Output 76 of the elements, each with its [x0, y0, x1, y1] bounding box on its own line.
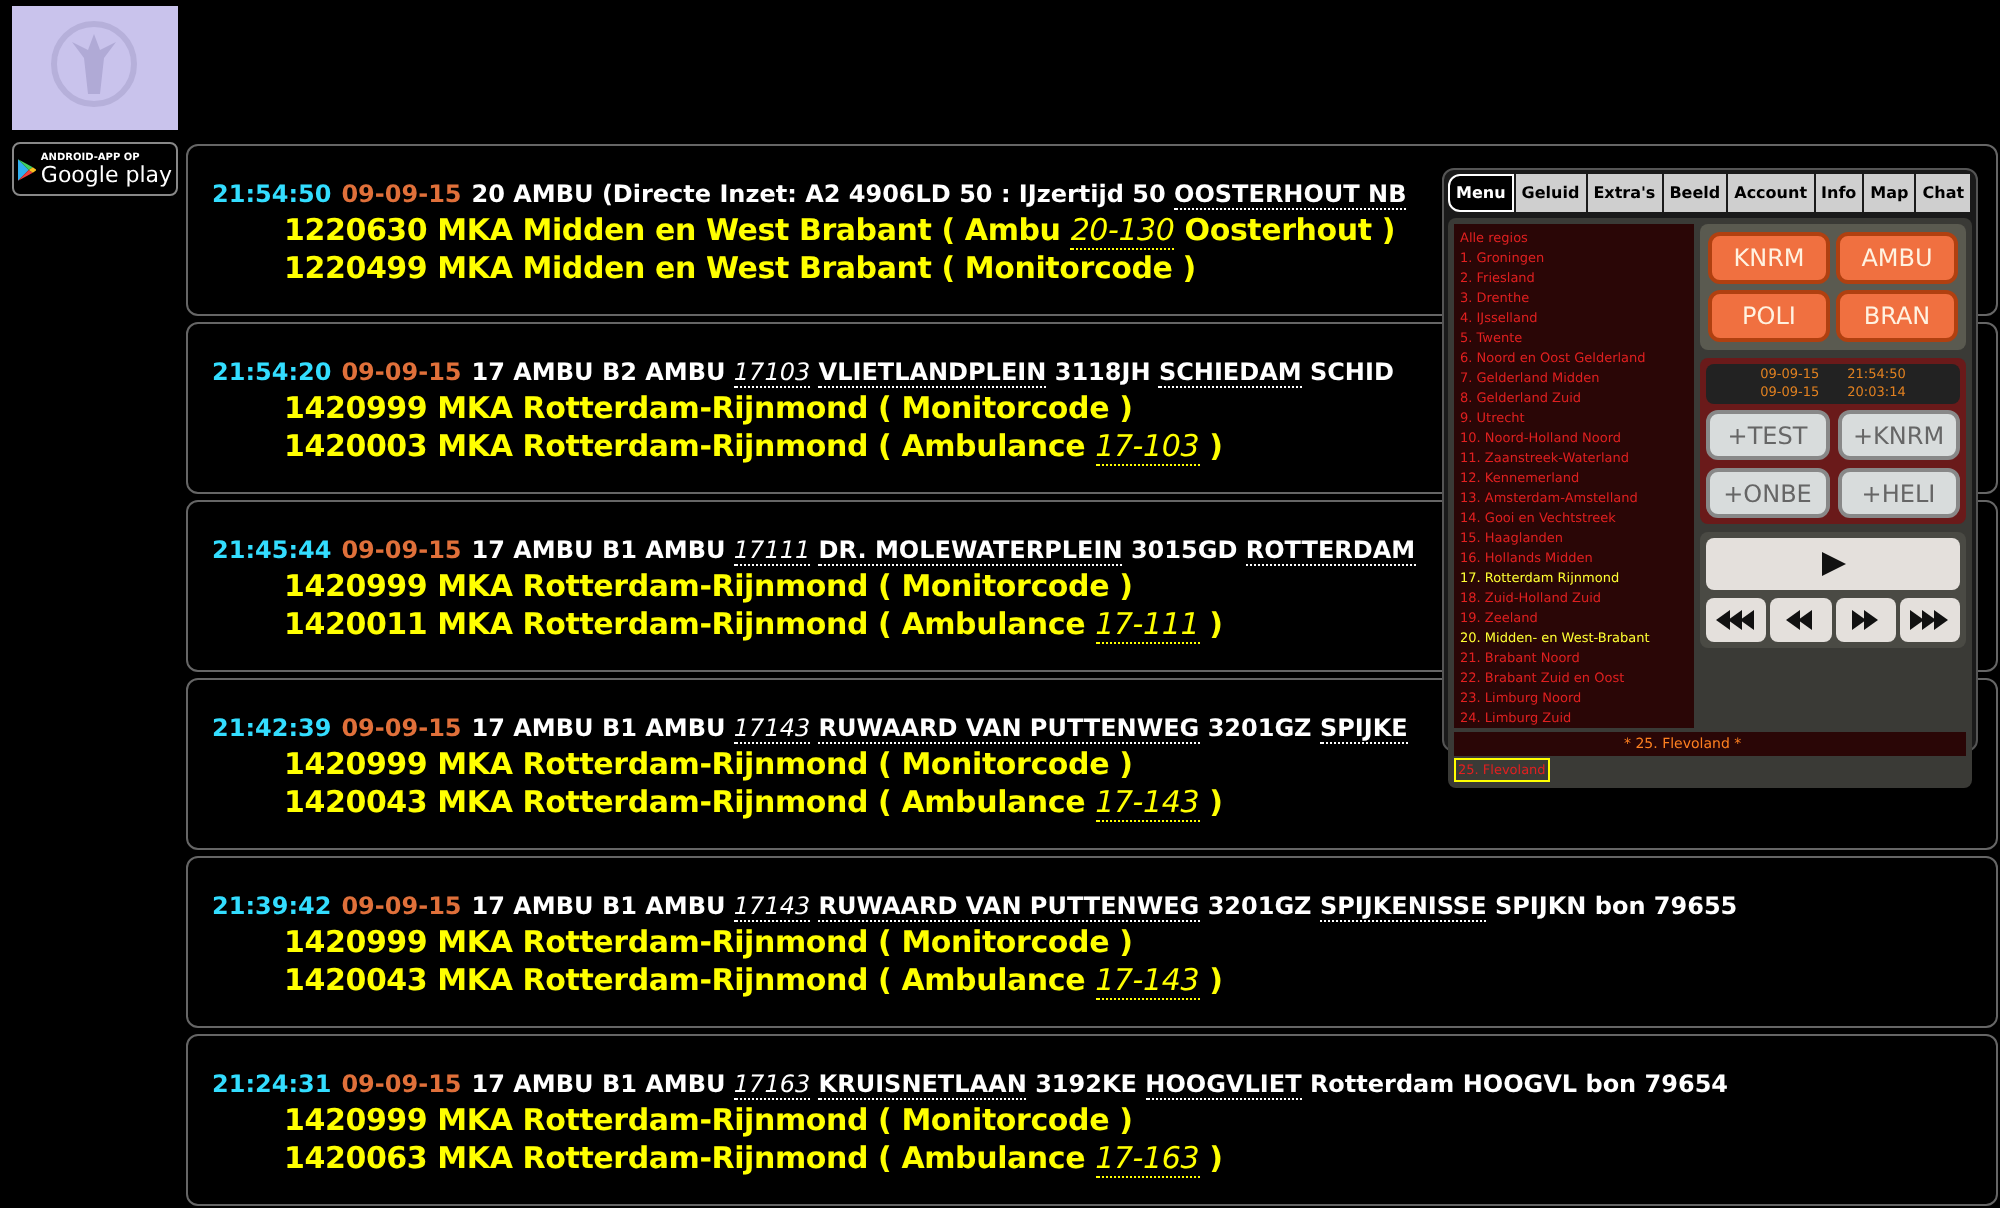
unit-code[interactable]: 17-111 — [1095, 606, 1200, 644]
unit-code[interactable]: 17143 — [733, 892, 811, 922]
place-link[interactable]: KRUISNETLAAN — [818, 1070, 1027, 1100]
tab[interactable]: Menu — [1448, 174, 1514, 212]
alert-time: 21:39:42 — [212, 890, 332, 924]
rewind-icon — [1716, 610, 1757, 630]
place-link[interactable]: SPIJKE — [1319, 714, 1408, 744]
alert-date: 09-09-15 — [341, 178, 462, 212]
pager-line: 1220630 MKA Midden en West Brabant ( Ambu 20-130 Oosterhout ) — [284, 212, 1396, 250]
place-link[interactable]: SPIJKENISSE — [1319, 892, 1487, 922]
tab[interactable]: Geluid — [1515, 174, 1586, 212]
alert-time: 21:42:39 — [212, 712, 332, 746]
pager-line: 1420043 MKA Rotterdam-Rijnmond ( Ambulance 17-143 ) — [284, 784, 1223, 822]
tab[interactable]: Beeld — [1663, 174, 1727, 212]
test-button[interactable]: +HELI — [1837, 468, 1960, 518]
alert-text: 17 AMBU B2 AMBU 17103 VLIETLANDPLEIN 3118JH SCHIEDAM SCHID — [471, 356, 1394, 390]
unit-code[interactable]: 17163 — [733, 1070, 811, 1100]
alert-time: 21:54:20 — [212, 356, 332, 390]
tab[interactable]: Chat — [1916, 174, 1971, 212]
pager-line: 1220499 MKA Midden en West Brabant ( Monitorcode ) — [284, 250, 1196, 288]
pager-line: 1420999 MKA Rotterdam-Rijnmond ( Monitorcode ) — [284, 924, 1133, 962]
tab[interactable]: Info — [1815, 174, 1863, 212]
rewind-icon — [1786, 610, 1815, 630]
unit-code[interactable]: 20-130 — [1070, 212, 1175, 250]
transport-button[interactable] — [1706, 598, 1767, 642]
place-link[interactable]: RUWAARD VAN PUTTENWEG — [818, 714, 1200, 744]
unit-code[interactable]: 17-143 — [1095, 784, 1200, 822]
alert-date: 09-09-15 — [341, 890, 462, 924]
place-link[interactable]: RUWAARD VAN PUTTENWEG — [818, 892, 1200, 922]
unit-code[interactable]: 17103 — [733, 358, 811, 388]
tab[interactable]: Extra's — [1587, 174, 1662, 212]
play-button[interactable] — [1706, 538, 1960, 590]
tab[interactable]: Map — [1864, 174, 1915, 212]
alert-date: 09-09-15 — [341, 712, 462, 746]
place-link[interactable]: VLIETLANDPLEIN — [818, 358, 1047, 388]
alert-date: 09-09-15 — [341, 356, 462, 390]
transport-button[interactable] — [1770, 598, 1831, 642]
unit-code[interactable]: 17111 — [733, 536, 811, 566]
pager-line: 1420063 MKA Rotterdam-Rijnmond ( Ambulance 17-163 ) — [284, 1140, 1223, 1178]
unit-code[interactable]: 17143 — [733, 714, 811, 744]
place-link[interactable]: OOSTERHOUT NB — [1174, 180, 1407, 210]
pager-line: 1420043 MKA Rotterdam-Rijnmond ( Ambulance 17-143 ) — [284, 962, 1223, 1000]
unit-code[interactable]: 17-103 — [1095, 428, 1200, 466]
test-button[interactable]: +TEST — [1706, 410, 1829, 460]
alert-date: 09-09-15 — [341, 1068, 462, 1102]
tab[interactable]: Account — [1728, 174, 1814, 212]
fast-forward-icon — [1909, 610, 1950, 630]
unit-code[interactable]: 17-143 — [1095, 962, 1200, 1000]
pager-line: 1420003 MKA Rotterdam-Rijnmond ( Ambulance 17-103 ) — [284, 428, 1223, 466]
transport-button[interactable] — [1835, 598, 1896, 642]
alert-text: 20 AMBU (Directe Inzet: A2 4906LD 50 : IJzertijd 50 OOSTERHOUT NB — [471, 178, 1407, 212]
alert-text: 17 AMBU B1 AMBU 17143 RUWAARD VAN PUTTENWEG 3201GZ SPIJKE — [471, 712, 1408, 746]
alert-date: 09-09-15 — [341, 534, 462, 568]
pager-line: 1420999 MKA Rotterdam-Rijnmond ( Monitorcode ) — [284, 746, 1133, 784]
play-store-icon — [18, 153, 37, 185]
pager-line: 1420999 MKA Rotterdam-Rijnmond ( Monitorcode ) — [284, 1102, 1133, 1140]
alert-text: 17 AMBU B1 AMBU 17163 KRUISNETLAAN 3192KE HOOGVLIET Rotterdam HOOGVL bon 79654 — [471, 1068, 1729, 1102]
place-link[interactable]: DR. MOLEWATERPLEIN — [818, 536, 1123, 566]
pager-line: 1420011 MKA Rotterdam-Rijnmond ( Ambulance 17-111 ) — [284, 606, 1223, 644]
place-link[interactable]: ROTTERDAM — [1245, 536, 1416, 566]
alert-text: 17 AMBU B1 AMBU 17111 DR. MOLEWATERPLEIN 3015GD ROTTERDAM — [471, 534, 1416, 568]
alert-time: 21:24:31 — [212, 1068, 332, 1102]
alert-time: 21:54:50 — [212, 178, 332, 212]
play-icon — [1821, 552, 1845, 576]
alert-text: 17 AMBU B1 AMBU 17143 RUWAARD VAN PUTTENWEG 3201GZ SPIJKENISSE SPIJKN bon 79655 — [471, 890, 1738, 924]
place-link[interactable]: SCHIEDAM — [1158, 358, 1302, 388]
unit-code[interactable]: 17-163 — [1095, 1140, 1200, 1178]
transport-button[interactable] — [1899, 598, 1960, 642]
alert-time: 21:45:44 — [212, 534, 332, 568]
fast-forward-icon — [1851, 610, 1880, 630]
pager-line: 1420999 MKA Rotterdam-Rijnmond ( Monitorcode ) — [284, 568, 1133, 606]
pager-line: 1420999 MKA Rotterdam-Rijnmond ( Monitorcode ) — [284, 390, 1133, 428]
test-button[interactable]: +ONBE — [1706, 468, 1829, 518]
badge-store: Google play — [40, 163, 172, 185]
test-button[interactable]: +KNRM — [1837, 410, 1960, 460]
place-link[interactable]: HOOGVLIET — [1145, 1070, 1302, 1100]
